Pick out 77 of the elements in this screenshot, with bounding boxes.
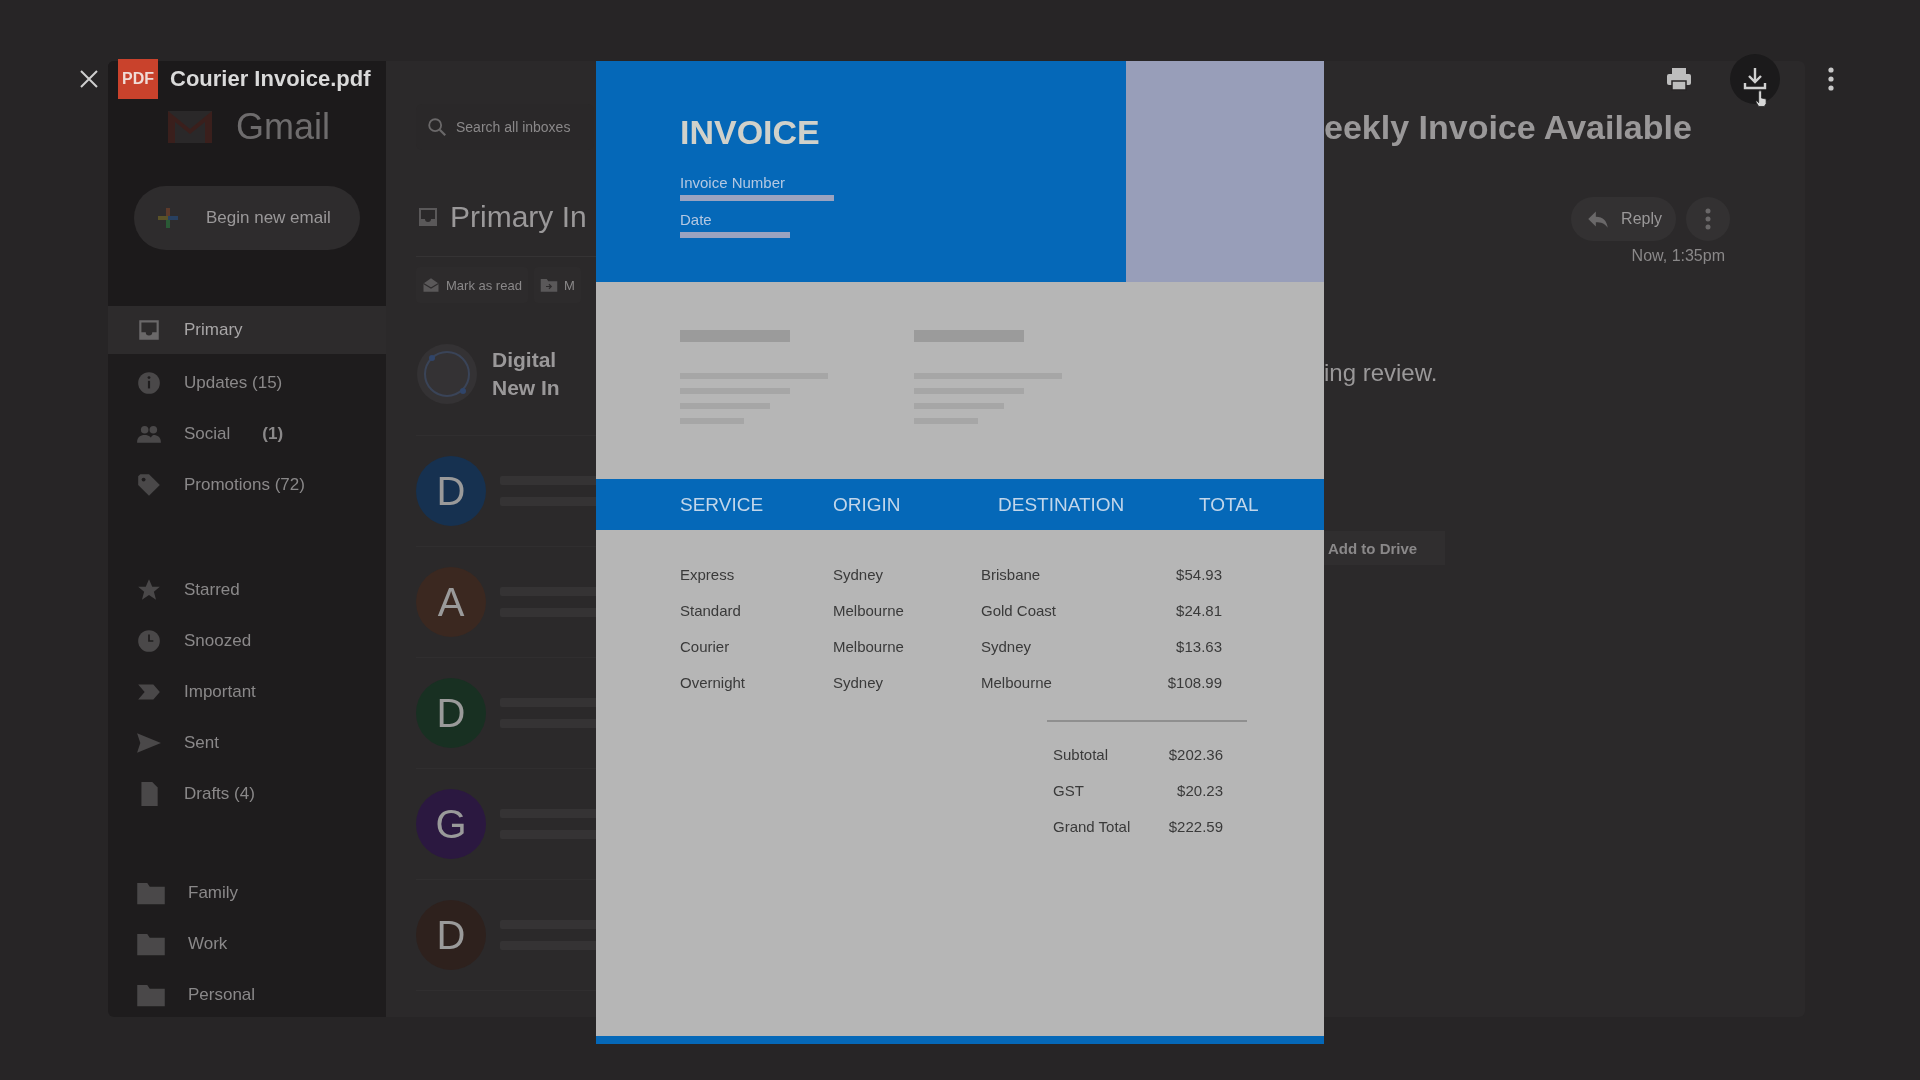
add-to-drive-button[interactable]: Add to Drive <box>1324 531 1446 565</box>
inbox-icon <box>416 205 440 229</box>
total-value: $20.23 <box>1176 781 1223 799</box>
table-cell-text: Brisbane <box>981 565 1042 583</box>
email-subject: New In <box>492 376 560 400</box>
avatar: A <box>416 567 486 637</box>
table-cell-text: Gold Coast <box>981 601 1058 619</box>
sidebar-item[interactable]: Family <box>108 867 386 918</box>
field-label: Date <box>680 211 713 228</box>
table-cell-text: $108.99 <box>1166 673 1222 691</box>
total-value: $222.59 <box>1167 817 1223 835</box>
total-label: Subtotal <box>1053 745 1110 763</box>
file-type-badge: PDF <box>118 59 158 99</box>
hand-cursor-icon <box>1754 90 1768 108</box>
sidebar-item[interactable]: Important <box>108 666 386 717</box>
more-icon <box>1827 67 1835 91</box>
sidebar-item[interactable]: Personal <box>108 969 386 1020</box>
table-cell-text: Standard <box>680 601 742 619</box>
table-cell-text: Melbourne <box>833 601 905 619</box>
sidebar-item[interactable]: Social (1) <box>108 408 386 459</box>
invoice-title: INVOICE <box>680 113 821 152</box>
column-header: SERVICE <box>680 493 765 516</box>
table-cell-text: Sydney <box>981 637 1033 655</box>
email-subject: Digital <box>492 348 558 372</box>
table-cell-text: Overnight <box>680 673 747 691</box>
column-header: TOTAL <box>1199 493 1260 516</box>
table-cell-text: $13.63 <box>1175 637 1222 655</box>
table-cell-text: Sydney <box>833 565 885 583</box>
avatar: G <box>416 789 486 859</box>
avatar: D <box>416 900 486 970</box>
table-cell-text: Melbourne <box>981 673 1053 691</box>
email-body: ing review. <box>1324 359 1439 387</box>
close-icon <box>79 69 99 89</box>
table-cell-text: Express <box>680 565 736 583</box>
file-name: Courier Invoice.pdf <box>170 66 371 92</box>
sidebar-item[interactable]: Updates (15) <box>108 357 386 408</box>
more-icon <box>1704 207 1712 231</box>
clock-icon <box>136 627 162 654</box>
total-value: $202.36 <box>1167 745 1223 763</box>
total-label: GST <box>1053 781 1085 799</box>
info-icon <box>136 369 162 396</box>
reply-button[interactable]: Reply <box>1571 197 1676 241</box>
column-header: DESTINATION <box>998 493 1126 516</box>
total-label: Grand Total <box>1053 817 1132 835</box>
more-button[interactable] <box>1686 197 1730 241</box>
table-cell-text: Courier <box>680 637 731 655</box>
download-icon <box>1742 67 1768 91</box>
compose-button[interactable]: Begin new email <box>134 186 360 250</box>
column-header: ORIGIN <box>833 493 902 516</box>
envelope-icon <box>422 276 440 294</box>
sidebar-item[interactable]: Drafts (4) <box>108 768 386 819</box>
print-icon <box>1666 67 1692 91</box>
table-cell-text: $24.81 <box>1175 601 1222 619</box>
app-logo-text: Gmail <box>236 106 330 148</box>
search-icon <box>426 116 448 138</box>
sidebar-item[interactable]: Starred <box>108 564 386 615</box>
sidebar-item[interactable]: Primary <box>108 306 386 354</box>
unread-count: (1) <box>262 423 284 444</box>
sidebar-label: Social <box>184 423 231 444</box>
email-subject: eekly Invoice Available <box>1324 108 1693 147</box>
avatar: D <box>416 678 486 748</box>
sidebar-item[interactable]: Promotions (72) <box>108 459 386 510</box>
sidebar-item[interactable]: Sent <box>108 717 386 768</box>
list-heading: Primary In <box>450 200 587 234</box>
sidebar-item[interactable]: Snoozed <box>108 615 386 666</box>
plus-icon <box>156 206 180 230</box>
table-cell-text: Melbourne <box>833 637 905 655</box>
tag-icon <box>136 471 162 498</box>
avatar: D <box>416 456 486 526</box>
email-time: Now, 1:35pm <box>1631 247 1725 265</box>
inbox-icon <box>136 317 162 343</box>
sidebar-item[interactable]: Work <box>108 918 386 969</box>
table-cell-text: Sydney <box>833 673 885 691</box>
table-cell-text: $54.93 <box>1175 565 1222 583</box>
field-label: Invoice Number <box>680 174 787 191</box>
folder-icon <box>539 276 558 294</box>
sender-logo-icon <box>416 343 478 405</box>
